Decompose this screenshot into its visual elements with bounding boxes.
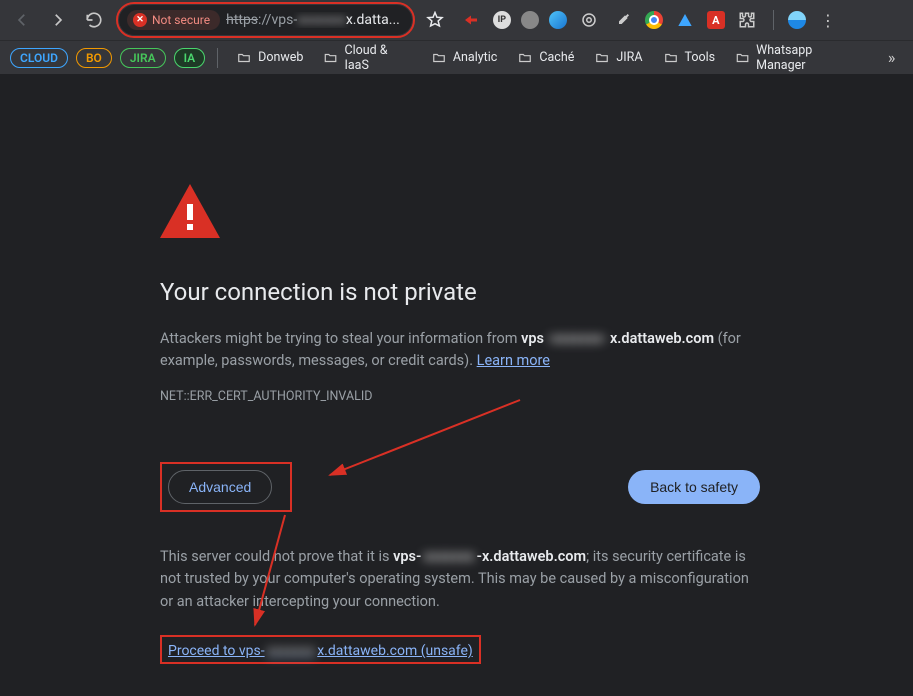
ext-grey-icon[interactable] <box>521 11 539 29</box>
not-secure-label: Not secure <box>152 13 210 27</box>
url-text: https://vps-xxxxxxxx.datta... <box>226 12 400 28</box>
bookmark-chip-cloud[interactable]: CLOUD <box>10 48 68 68</box>
ext-globe-icon[interactable] <box>549 11 567 29</box>
not-secure-chip[interactable]: ✕ Not secure <box>127 10 220 30</box>
error-code: NET::ERR_CERT_AUTHORITY_INVALID <box>160 389 760 404</box>
bookmark-chip-jira[interactable]: JIRA <box>120 48 166 68</box>
bookmark-chip-bo[interactable]: BO <box>76 48 112 68</box>
not-secure-icon: ✕ <box>133 13 147 27</box>
bookmark-folder-cloud-iaas[interactable]: Cloud & IaaS <box>317 39 416 77</box>
omnibox[interactable]: ✕ Not secure https://vps-xxxxxxxx.datta.… <box>119 5 412 35</box>
bookmark-folder-jira[interactable]: JIRA <box>588 46 648 69</box>
bookmarks-overflow-icon[interactable]: » <box>880 46 903 70</box>
certificate-detail-paragraph: This server could not prove that it is v… <box>160 546 760 613</box>
ext-triangle-icon[interactable] <box>673 8 697 32</box>
warning-triangle-icon <box>160 184 760 242</box>
bookmark-chip-ia[interactable]: IA <box>174 48 206 68</box>
page-title: Your connection is not private <box>160 278 760 306</box>
toolbar-separator <box>773 10 774 30</box>
ext-chrome-icon[interactable] <box>645 11 663 29</box>
advanced-button[interactable]: Advanced <box>168 470 272 504</box>
bookmark-folder-tools[interactable]: Tools <box>657 46 722 69</box>
omnibox-annotation-highlight: ✕ Not secure https://vps-xxxxxxxx.datta.… <box>116 2 415 38</box>
ext-arrow-icon[interactable] <box>459 8 483 32</box>
back-to-safety-button[interactable]: Back to safety <box>628 470 760 504</box>
ext-ip-icon[interactable]: IP <box>493 11 511 29</box>
bookmarks-separator <box>217 48 218 68</box>
learn-more-link[interactable]: Learn more <box>477 352 550 369</box>
ext-eyedropper-icon[interactable] <box>611 8 635 32</box>
back-button[interactable] <box>8 6 36 34</box>
bookmark-folder-cache[interactable]: Caché <box>511 46 580 69</box>
ext-adobe-icon[interactable]: A <box>707 11 725 29</box>
ext-ring-icon[interactable] <box>577 8 601 32</box>
extensions-row: IP A ⋮ <box>459 8 840 32</box>
proceed-unsafe-link[interactable]: Proceed to vps-xxxxxxxx.dattaweb.com (un… <box>168 643 473 659</box>
extensions-puzzle-icon[interactable] <box>735 8 759 32</box>
bookmark-folder-analytic[interactable]: Analytic <box>425 46 503 69</box>
bookmark-folder-donweb[interactable]: Donweb <box>230 46 309 69</box>
advanced-annotation-highlight: Advanced <box>160 462 292 512</box>
forward-button[interactable] <box>44 6 72 34</box>
reload-button[interactable] <box>80 6 108 34</box>
browser-toolbar: ✕ Not secure https://vps-xxxxxxxx.datta.… <box>0 0 913 40</box>
warning-paragraph: Attackers might be trying to steal your … <box>160 328 750 373</box>
bookmark-folder-whatsapp[interactable]: Whatsapp Manager <box>729 39 864 77</box>
bookmark-star-icon[interactable] <box>423 8 447 32</box>
button-row: Advanced Back to safety <box>160 462 760 512</box>
bookmarks-bar: CLOUD BO JIRA IA Donweb Cloud & IaaS Ana… <box>0 40 913 74</box>
proceed-annotation-highlight: Proceed to vps-xxxxxxxx.dattaweb.com (un… <box>160 635 481 664</box>
menu-dots-icon[interactable]: ⋮ <box>816 8 840 32</box>
profile-avatar-icon[interactable] <box>788 11 806 29</box>
ssl-warning-page: Your connection is not private Attackers… <box>0 74 760 664</box>
